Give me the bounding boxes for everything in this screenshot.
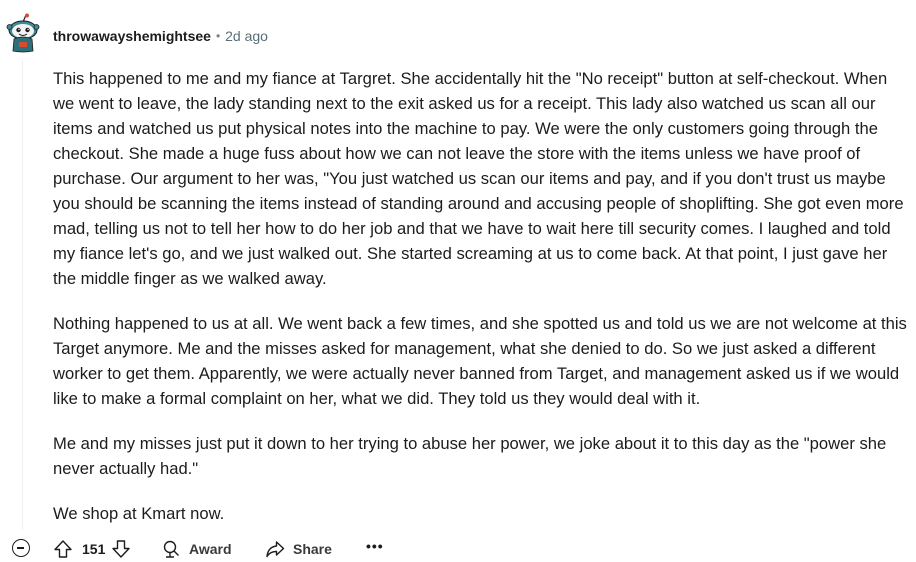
share-button[interactable]: Share: [265, 536, 332, 562]
more-dots-icon[interactable]: •••: [366, 533, 384, 559]
comment-action-bar: 151 Award Share •••: [0, 536, 916, 562]
comment-timestamp[interactable]: 2d ago: [225, 28, 268, 45]
author-username[interactable]: throwawayshemightsee: [53, 28, 211, 45]
comment-paragraph: We shop at Kmart now.: [53, 504, 225, 523]
comment-paragraph: Me and my misses just put it down to her…: [53, 434, 887, 478]
user-avatar[interactable]: [6, 13, 40, 53]
comment-body: This happened to me and my fiance at Tar…: [53, 66, 913, 546]
comment-page: throwawayshemightsee • 2d ago This happe…: [0, 0, 916, 562]
award-label: Award: [189, 541, 232, 557]
share-label: Share: [293, 541, 332, 557]
vote-score: 151: [82, 541, 106, 557]
collapse-minus-icon[interactable]: [12, 539, 30, 557]
award-icon: [161, 539, 181, 559]
downvote-arrow-icon[interactable]: [111, 539, 131, 559]
comment-paragraph: This happened to me and my fiance at Tar…: [53, 69, 904, 288]
comment-meta: throwawayshemightsee • 2d ago: [53, 28, 268, 45]
snoo-avatar-icon: [6, 13, 40, 53]
comment-paragraph: Nothing happened to us at all. We went b…: [53, 314, 907, 408]
share-icon: [265, 539, 285, 559]
vote-controls: 151: [53, 536, 131, 562]
meta-separator: •: [215, 29, 221, 43]
upvote-arrow-icon[interactable]: [53, 539, 73, 559]
thread-line[interactable]: [22, 60, 23, 530]
award-button[interactable]: Award: [161, 536, 232, 562]
